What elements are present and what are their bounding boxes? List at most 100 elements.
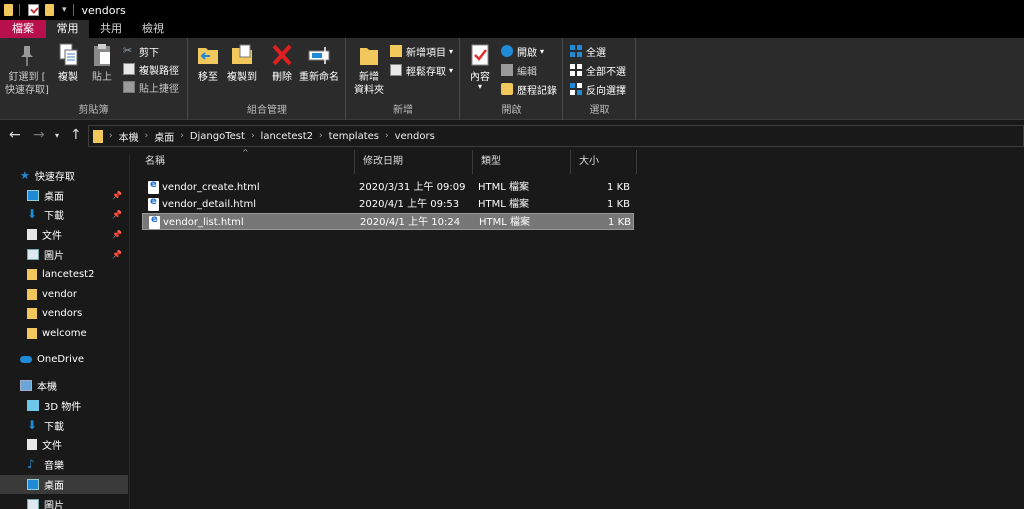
computer-icon bbox=[20, 380, 32, 391]
breadcrumb-separator[interactable]: › bbox=[385, 131, 389, 141]
document-icon bbox=[27, 229, 37, 240]
select-all-icon bbox=[570, 45, 582, 57]
nav-item-downloads[interactable]: ⬇ 下載 📌 bbox=[0, 205, 128, 224]
column-header-modified[interactable]: 修改日期 bbox=[355, 150, 473, 174]
select-none-button[interactable]: 全部不選 bbox=[570, 62, 626, 78]
customize-toolbar-icon[interactable]: ▾ bbox=[62, 5, 67, 15]
breadcrumb-separator[interactable]: › bbox=[145, 131, 149, 141]
forward-arrow-icon[interactable]: → bbox=[33, 127, 45, 143]
new-folder-quick-icon[interactable] bbox=[45, 4, 54, 16]
new-folder-icon bbox=[360, 48, 378, 65]
group-organize: 移至 複製到 刪除 重新命名 組合管理 bbox=[189, 38, 346, 120]
history-button[interactable]: 歷程記錄 bbox=[501, 81, 557, 97]
nav-item-lancetest2[interactable]: lancetest2 bbox=[0, 265, 128, 284]
file-modified: 2020/4/1 上午 10:24 bbox=[360, 217, 461, 228]
cloud-icon bbox=[20, 356, 32, 363]
nav-item-vendor[interactable]: vendor bbox=[0, 285, 128, 304]
file-row[interactable]: vendor_detail.html 2020/4/1 上午 09:53 HTM… bbox=[142, 196, 634, 213]
file-name: vendor_detail.html bbox=[162, 199, 257, 210]
group-new: 新增 資料夾 新增項目 ▾ 輕鬆存取 ▾ 新增 bbox=[347, 38, 460, 120]
new-item-icon bbox=[390, 45, 402, 57]
up-arrow-icon[interactable]: ↑ bbox=[70, 127, 82, 143]
rename-icon bbox=[308, 47, 330, 64]
properties-icon bbox=[471, 44, 489, 66]
file-modified: 2020/3/31 上午 09:09 bbox=[359, 182, 466, 193]
easy-access-button[interactable]: 輕鬆存取 ▾ bbox=[390, 62, 453, 78]
nav-item-vendors[interactable]: vendors bbox=[0, 304, 128, 323]
nav-this-pc[interactable]: 本機 bbox=[0, 376, 128, 395]
nav-pc-music[interactable]: ♪ 音樂 bbox=[0, 455, 128, 474]
file-modified: 2020/4/1 上午 09:53 bbox=[359, 199, 460, 210]
title-bar: ▾ vendors bbox=[0, 0, 1024, 20]
nav-pc-3d-objects[interactable]: 3D 物件 bbox=[0, 396, 128, 415]
edge-icon bbox=[501, 45, 513, 57]
folder-icon bbox=[27, 289, 37, 300]
file-row-selected[interactable]: vendor_list.html 2020/4/1 上午 10:24 HTML … bbox=[142, 213, 634, 230]
recent-locations-icon[interactable]: ▾ bbox=[55, 131, 59, 140]
pin-icon: 📌 bbox=[112, 230, 122, 239]
html-file-icon bbox=[149, 214, 160, 229]
nav-pc-documents[interactable]: 文件 bbox=[0, 435, 128, 454]
invert-selection-button[interactable]: 反向選擇 bbox=[570, 81, 626, 97]
open-button[interactable]: 開啟 ▾ bbox=[501, 43, 544, 59]
breadcrumb-separator[interactable]: › bbox=[180, 131, 184, 141]
tab-share[interactable]: 共用 bbox=[89, 20, 133, 38]
move-to-button[interactable]: 移至 bbox=[195, 42, 221, 84]
rename-button[interactable]: 重新命名 bbox=[297, 42, 341, 84]
copy-button[interactable]: 複製 bbox=[54, 42, 82, 84]
file-row[interactable]: vendor_create.html 2020/3/31 上午 09:09 HT… bbox=[142, 179, 634, 196]
new-folder-button[interactable]: 新增 資料夾 bbox=[351, 42, 387, 97]
file-type: HTML 檔案 bbox=[479, 217, 531, 228]
nav-item-welcome[interactable]: welcome bbox=[0, 324, 128, 343]
breadcrumb-separator[interactable]: › bbox=[109, 131, 113, 141]
properties-quick-icon[interactable] bbox=[28, 4, 39, 16]
column-header-name[interactable]: 名稱 bbox=[137, 150, 355, 174]
paste-shortcut-button[interactable]: 貼上捷徑 bbox=[123, 79, 179, 95]
nav-item-pictures[interactable]: 圖片 📌 bbox=[0, 245, 128, 264]
breadcrumb-djangotest[interactable]: DjangoTest bbox=[190, 131, 245, 142]
paste-button[interactable]: 貼上 bbox=[88, 42, 116, 84]
breadcrumb-desktop[interactable]: 桌面 bbox=[154, 129, 174, 144]
breadcrumb-separator[interactable]: › bbox=[319, 131, 323, 141]
file-type: HTML 檔案 bbox=[478, 182, 530, 193]
paste-icon bbox=[94, 44, 110, 66]
nav-item-desktop[interactable]: 桌面 📌 bbox=[0, 186, 128, 205]
column-header-size[interactable]: 大小 bbox=[571, 150, 637, 174]
breadcrumb-this-pc[interactable]: 本機 bbox=[119, 129, 139, 144]
edit-button[interactable]: 編輯 bbox=[501, 62, 537, 78]
nav-quick-access[interactable]: ★ 快速存取 bbox=[0, 166, 128, 185]
nav-pc-downloads[interactable]: ⬇ 下載 bbox=[0, 416, 128, 435]
move-to-icon bbox=[198, 48, 218, 64]
breadcrumb-separator[interactable]: › bbox=[251, 131, 255, 141]
breadcrumb-vendors[interactable]: vendors bbox=[395, 131, 435, 142]
address-bar[interactable]: › 本機 › 桌面 › DjangoTest › lancetest2 › te… bbox=[88, 125, 1024, 147]
cut-button[interactable]: ✂ 剪下 bbox=[123, 43, 159, 59]
folder-icon bbox=[93, 129, 103, 143]
select-all-button[interactable]: 全選 bbox=[570, 43, 606, 59]
folder-icon bbox=[27, 328, 37, 339]
delete-button[interactable]: 刪除 bbox=[269, 42, 295, 84]
pin-quick-access-button[interactable]: 釘選到 [ 快速存取] bbox=[4, 42, 50, 97]
copy-path-icon bbox=[123, 63, 135, 75]
tab-home[interactable]: 常用 bbox=[46, 20, 89, 38]
properties-button[interactable]: 內容 ▾ bbox=[467, 42, 493, 91]
nav-onedrive[interactable]: OneDrive bbox=[0, 350, 128, 369]
new-item-button[interactable]: 新增項目 ▾ bbox=[390, 43, 453, 59]
copy-path-button[interactable]: 複製路徑 bbox=[123, 61, 179, 77]
nav-item-documents[interactable]: 文件 📌 bbox=[0, 225, 128, 244]
back-arrow-icon[interactable]: ← bbox=[9, 127, 21, 143]
tab-file[interactable]: 檔案 bbox=[0, 20, 46, 38]
tab-view[interactable]: 檢視 bbox=[133, 20, 173, 38]
copy-to-button[interactable]: 複製到 bbox=[225, 42, 259, 84]
breadcrumb-templates[interactable]: templates bbox=[329, 131, 379, 142]
nav-pc-desktop[interactable]: 桌面 bbox=[0, 475, 128, 494]
group-open: 內容 ▾ 開啟 ▾ 編輯 歷程記錄 開啟 bbox=[461, 38, 563, 120]
pictures-icon bbox=[27, 499, 39, 509]
nav-pc-pictures[interactable]: 圖片 bbox=[0, 495, 128, 509]
desktop-icon bbox=[27, 190, 39, 201]
breadcrumb-lancetest2[interactable]: lancetest2 bbox=[261, 131, 313, 142]
file-size: 1 KB bbox=[607, 199, 630, 210]
document-icon bbox=[27, 439, 37, 450]
music-icon: ♪ bbox=[27, 457, 35, 471]
column-header-type[interactable]: 類型 bbox=[473, 150, 571, 174]
